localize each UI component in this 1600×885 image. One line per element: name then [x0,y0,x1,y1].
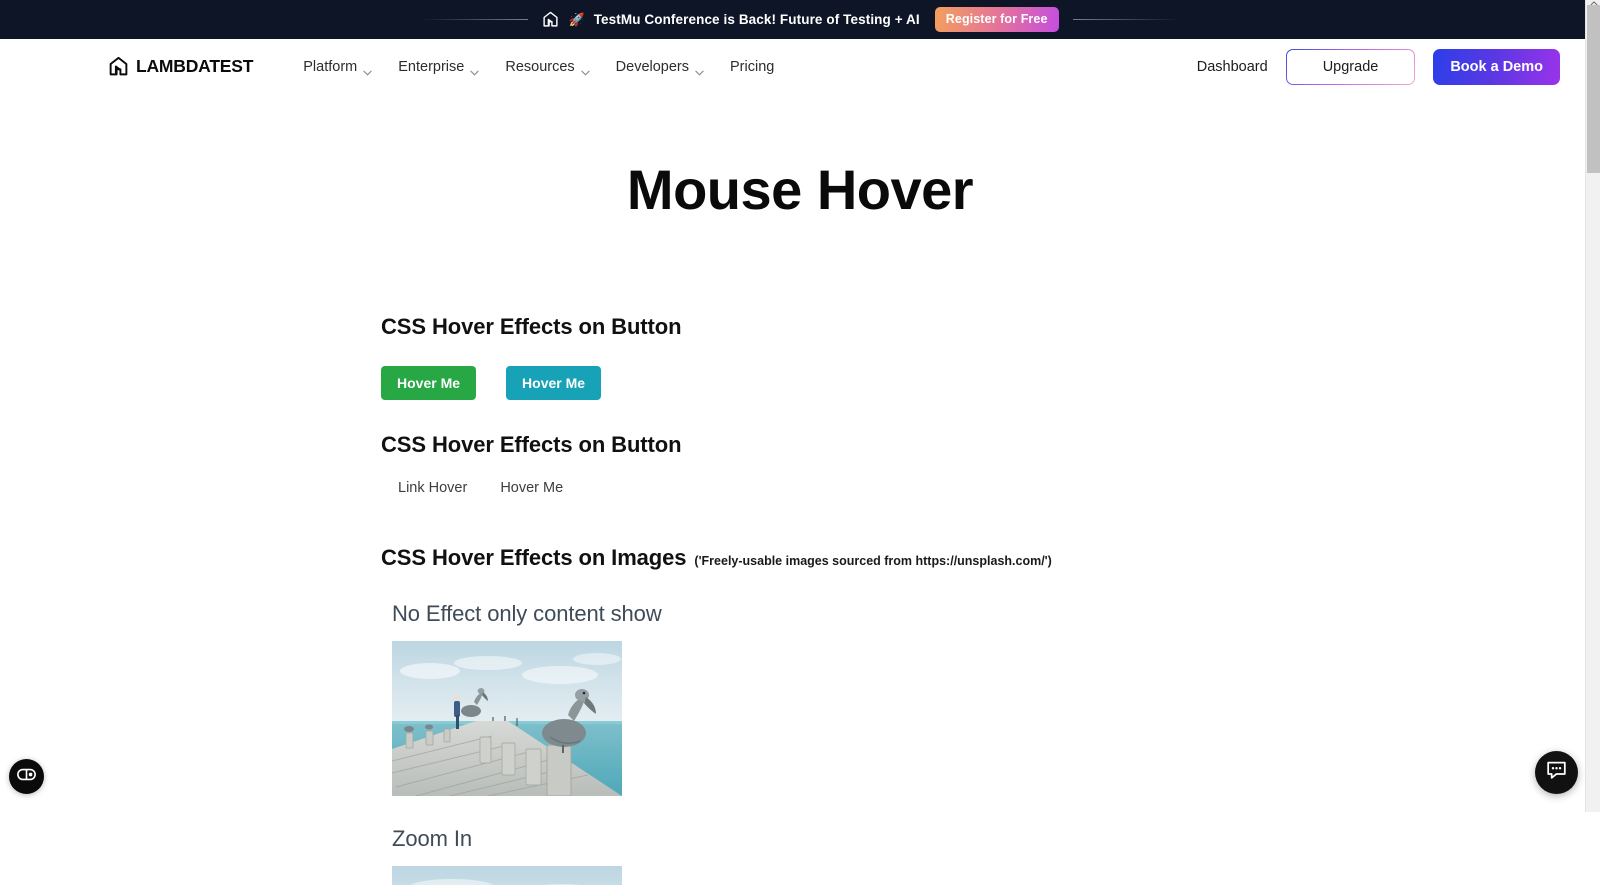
brand-logo[interactable]: LAMBDATEST [108,56,253,77]
images-source-note: ('Freely-usable images sourced from http… [694,554,1052,568]
chat-bubble-icon [1546,760,1567,785]
register-for-free-button[interactable]: Register for Free [934,7,1059,32]
accessibility-widget-button[interactable] [9,759,44,794]
nav-item-label: Enterprise [398,58,465,75]
nav-item-resources[interactable]: Resources [492,53,602,81]
nav-item-label: Pricing [730,58,775,75]
pelicans-on-pier-photo [392,641,622,796]
image-card-no-effect[interactable] [392,641,622,796]
nav-item-enterprise[interactable]: Enterprise [385,53,492,81]
image-card-zoom-in[interactable] [392,866,622,885]
nav-item-label: Resources [505,58,575,75]
main-content: CSS Hover Effects on Button Hover Me Hov… [0,314,1600,885]
section-heading-images: CSS Hover Effects on Images [381,545,687,570]
promo-content: 🚀 TestMu Conference is Back! Future of T… [542,7,1059,32]
accessibility-cookie-icon [17,768,36,786]
hover-links-row: Link Hover Hover Me [381,477,1600,499]
section-heading-buttons: CSS Hover Effects on Button [381,314,682,339]
nav-item-developers[interactable]: Developers [603,53,717,81]
image-effect-title-zoom-in: Zoom In [392,826,472,851]
nav-links: Platform Enterprise Resources Developers… [290,53,787,81]
page-scrollbar[interactable] [1585,0,1600,812]
brand-name: LAMBDATEST [136,56,254,76]
book-a-demo-button[interactable]: Book a Demo [1433,48,1560,85]
dashboard-link[interactable]: Dashboard [1197,59,1268,75]
scrollbar-thumb[interactable] [1587,5,1600,173]
lambdatest-mark-icon [542,11,560,29]
chevron-down-icon [363,64,372,76]
hover-me-button-green[interactable]: Hover Me [381,366,477,400]
nav-item-pricing[interactable]: Pricing [717,53,787,81]
page-title: Mouse Hover [626,158,974,221]
chevron-down-icon [580,64,590,76]
hover-buttons-row: Hover Me Hover Me [381,366,1600,400]
lambdatest-logo-icon [108,56,129,77]
chat-widget-button[interactable] [1535,751,1578,794]
nav-item-label: Platform [303,58,358,75]
nav-actions: Dashboard Upgrade Book a Demo [1197,48,1560,85]
chevron-down-icon [470,64,480,76]
rocket-icon: 🚀 [568,12,585,27]
chevron-down-icon [695,64,704,76]
section-heading-images-row: CSS Hover Effects on Images ('Freely-usa… [381,545,1600,571]
promo-banner: 🚀 TestMu Conference is Back! Future of T… [0,0,1600,39]
nav-item-platform[interactable]: Platform [290,53,385,81]
hover-me-button-teal[interactable]: Hover Me [506,366,602,400]
nav-item-label: Developers [615,58,689,75]
promo-divider-left [423,19,528,20]
upgrade-button[interactable]: Upgrade [1286,49,1416,85]
link-hover-link[interactable]: Link Hover [392,477,473,499]
section-heading-links: CSS Hover Effects on Button [381,432,682,457]
hover-me-link[interactable]: Hover Me [494,477,569,499]
promo-text: TestMu Conference is Back! Future of Tes… [593,12,920,27]
pier-photo-partial [392,866,622,885]
main-navigation: LAMBDATEST Platform Enterprise Resources… [0,39,1600,94]
promo-divider-right [1072,19,1177,20]
image-effect-title-no-effect: No Effect only content show [392,601,662,626]
